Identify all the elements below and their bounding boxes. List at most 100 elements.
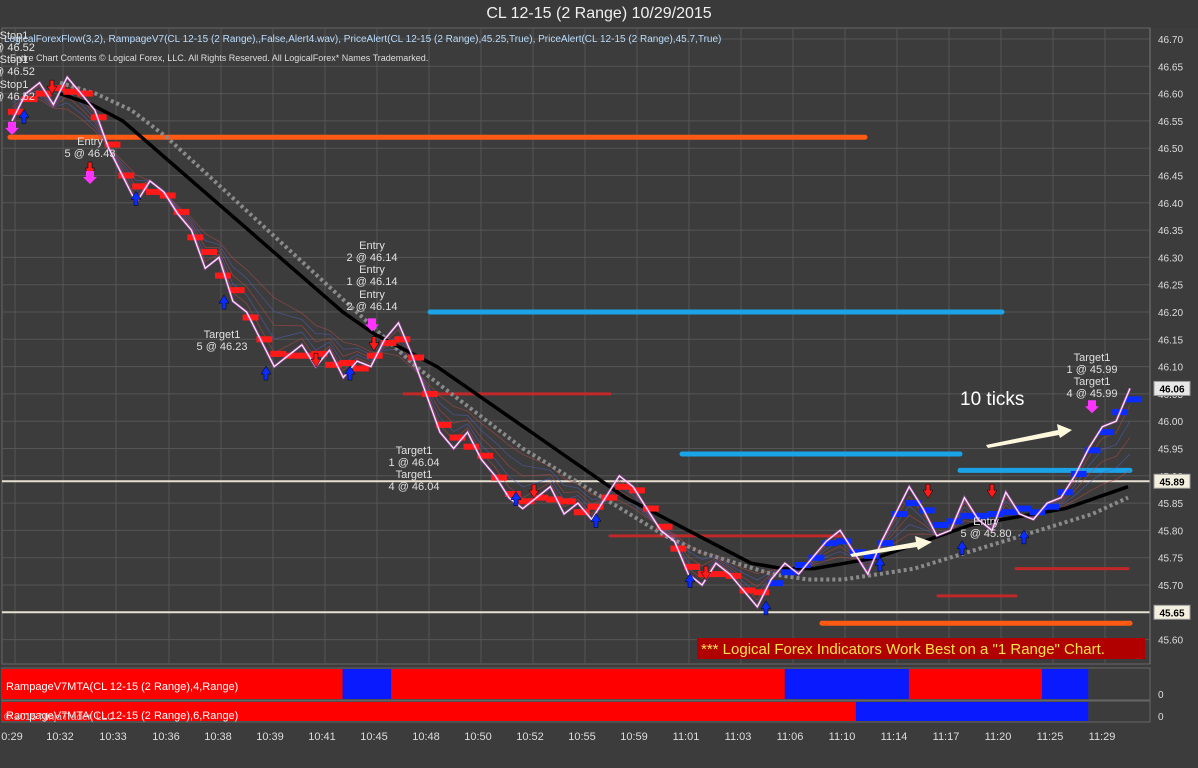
y-tick-label: 46.65 [1158, 62, 1183, 73]
indicator-panels: RampageV7MTA(CL 12-15 (2 Range),4,Range)… [1, 667, 1164, 723]
trade-label-line1: Entry [359, 240, 385, 252]
trade-label-line2: 2 @ 46.14 [347, 301, 398, 313]
trade-label-line1: Target1 [396, 469, 433, 481]
x-tick-label: 10:55 [568, 731, 596, 743]
bull-step-mark [932, 521, 949, 528]
alert-marker-icon [1085, 400, 1099, 414]
x-tick-label: 10:59 [620, 731, 648, 743]
y-tick-label: 46.10 [1158, 363, 1183, 374]
x-tick-label: 10:45 [360, 731, 388, 743]
bull-step-mark [1001, 509, 1018, 516]
trade-label-line1: Entry [359, 264, 385, 276]
y-tick-label: 46.35 [1158, 226, 1183, 237]
trade-label-line1: Stop1 [0, 79, 28, 91]
arrow-down-icon [986, 483, 998, 499]
arrow-up-icon [1018, 529, 1030, 545]
y-tick-label: 46.40 [1158, 199, 1183, 210]
x-tick-label: 11:29 [1089, 731, 1116, 743]
bear-step-mark [546, 496, 563, 503]
grid [1, 27, 1151, 665]
x-tick-label: 11:17 [933, 731, 960, 743]
trade-label-line1: Target1 [204, 329, 241, 341]
y-tick-label: 46.55 [1158, 117, 1183, 128]
bear-step-mark [270, 350, 287, 357]
panel-segment-blue [1042, 669, 1089, 699]
bear-step-mark [560, 498, 576, 505]
y-tick-label: 46.45 [1158, 172, 1183, 183]
bull-step-mark [1126, 396, 1142, 403]
panel-axis-value: 0 [1158, 712, 1164, 723]
arrow-icon [986, 424, 1072, 448]
ticks-note: 10 ticks [960, 389, 1024, 410]
x-tick-label: 10:50 [464, 731, 492, 743]
x-tick-label: 11:20 [985, 731, 1012, 743]
trade-label-line2: 1 @ 46.14 [347, 276, 398, 288]
trade-label-line1: Entry [359, 289, 385, 301]
panel-axis-value: 0 [1158, 690, 1164, 701]
price-tag-label: 45.65 [1159, 608, 1184, 619]
y-tick-label: 46.15 [1158, 335, 1183, 346]
price-tag-label: 45.89 [1159, 477, 1184, 488]
trade-label-line2: 1 @ 46.04 [389, 457, 440, 469]
trade-label-line2: 5 @ 45.80 [961, 528, 1012, 540]
y-tick-label: 46.50 [1158, 144, 1183, 155]
x-tick-label: 10:39 [256, 731, 284, 743]
trade-label-line2: @ 46.52 [0, 91, 35, 103]
x-tick-label: 10:33 [99, 731, 127, 743]
panel-segment-blue [855, 702, 1089, 721]
panel-segment-red [908, 669, 1043, 699]
y-tick-label: 46.25 [1158, 281, 1183, 292]
trade-label-line1: Target1 [1074, 376, 1111, 388]
panel-segment-blue [342, 669, 392, 699]
alert-marker-icon [5, 121, 19, 135]
x-tick-label: 0:29 [1, 731, 22, 743]
y-tick-label: 46.70 [1158, 35, 1183, 46]
trade-label-line2: 5 @ 46.23 [197, 341, 248, 353]
panel-label: RampageV7MTA(CL 12-15 (2 Range),4,Range) [6, 681, 238, 693]
y-tick-label: 46.30 [1158, 253, 1183, 264]
trade-label-line1: Target1 [1074, 352, 1111, 364]
x-tick-label: 11:10 [829, 731, 856, 743]
x-tick-label: 10:52 [516, 731, 544, 743]
banner: *** Logical Forex Indicators Work Best o… [697, 638, 1145, 659]
x-tick-label: 11:01 [673, 731, 700, 743]
trade-label-line2: 4 @ 46.04 [389, 481, 440, 493]
x-tick-label: 10:38 [204, 731, 232, 743]
y-tick-label: 45.60 [1158, 636, 1183, 647]
x-tick-label: 11:14 [881, 731, 908, 743]
trade-label-line2: @ 46.52 [0, 66, 35, 78]
y-tick-label: 45.70 [1158, 581, 1183, 592]
arrow-up-icon [260, 365, 272, 381]
bear-step-mark [353, 365, 369, 372]
panel-segment-blue [784, 669, 909, 699]
copyright-line: Entire Chart Contents © Logical Forex, L… [10, 53, 428, 63]
trade-label-line1: Entry [77, 136, 103, 148]
trade-label-line2: 1 @ 45.99 [1067, 364, 1118, 376]
trade-label-line1: Entry [973, 516, 999, 528]
y-tick-label: 46.00 [1158, 417, 1183, 428]
chart-canvas[interactable]: Entry5 @ 46.43Entry2 @ 46.14Entry1 @ 46.… [0, 0, 1198, 768]
bear-step-mark [394, 336, 411, 343]
x-tick-label: 10:48 [412, 731, 440, 743]
alert-marker-icon [83, 170, 97, 184]
arrow-up-icon [956, 540, 968, 556]
trade-label-line1: Target1 [396, 445, 433, 457]
x-tick-label: 11:25 [1037, 731, 1064, 743]
y-tick-label: 45.85 [1158, 499, 1183, 510]
trade-label-line2: 2 @ 46.14 [347, 252, 398, 264]
panel-segment-red [391, 669, 785, 699]
y-tick-label: 45.80 [1158, 526, 1183, 537]
y-tick-label: 45.75 [1158, 554, 1183, 565]
x-tick-label: 10:36 [152, 731, 180, 743]
x-tick-label: 11:06 [777, 731, 804, 743]
price-tag-label: 46.06 [1159, 384, 1184, 395]
arrow-up-icon [590, 513, 602, 528]
x-axis: 0:29 10:32 10:33 10:36 10:38 10:39 10:41 10:45 1… [1, 731, 1115, 743]
trade-label-line2: 4 @ 45.99 [1067, 388, 1118, 400]
indicator-line: LogicalForexFlow(3,2), RampageV7(CL 12-1… [4, 34, 721, 45]
arrow-down-icon [922, 483, 934, 499]
y-tick-label: 46.60 [1158, 90, 1183, 101]
trade-label-line2: 5 @ 46.43 [65, 148, 116, 160]
y-axis: 46.70 46.65 46.60 46.55 46.50 46.45 46.40 46.35… [1149, 28, 1191, 664]
bear-step-mark [408, 354, 425, 361]
